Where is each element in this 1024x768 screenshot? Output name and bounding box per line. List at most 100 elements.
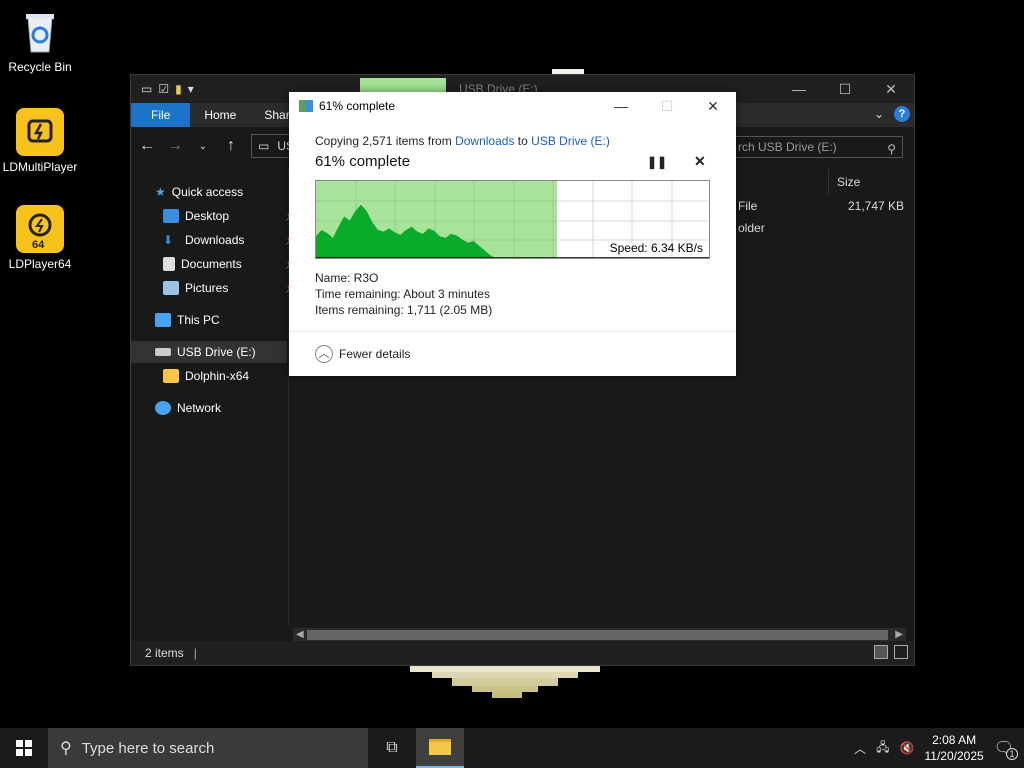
copy-summary: Copying 2,571 items from Downloads to US… (315, 134, 610, 148)
fewer-details-button[interactable]: ︿ Fewer details (315, 345, 410, 363)
recycle-bin-icon (16, 8, 64, 56)
sidebar-item-label: Desktop (185, 209, 230, 223)
ldplayer64-icon: 64 (16, 205, 64, 253)
destination-link[interactable]: USB Drive (E:) (531, 134, 610, 148)
desktop-icon-label: Recycle Bin (8, 60, 72, 74)
dialog-divider (289, 331, 736, 332)
file-name-line: Name: R3O (315, 271, 379, 285)
recent-locations-icon[interactable]: ⌄ (195, 141, 211, 152)
close-button[interactable]: ✕ (868, 75, 914, 103)
quick-access-toolbar: ▭ ☑ ▮ ▾ (131, 82, 194, 96)
taskbar-search-placeholder: Type here to search (81, 739, 215, 757)
sidebar-item-label: Network (177, 401, 222, 415)
download-icon: ⬇ (163, 233, 174, 247)
show-hidden-icons-chevron-icon[interactable]: ︿ (854, 740, 866, 757)
sidebar-item-network[interactable]: Network (155, 397, 221, 419)
details-view-icon[interactable] (874, 645, 888, 659)
scroll-right-icon[interactable]: ▶ (895, 628, 903, 642)
notification-count: 1 (1006, 748, 1018, 760)
maximize-button[interactable]: ☐ (822, 75, 868, 103)
desktop-icon-ldmultiplayer[interactable]: LDMultiPlayer (0, 108, 80, 174)
sidebar-item-label: Documents (181, 257, 242, 271)
sidebar-item-label: Quick access (171, 185, 244, 199)
ldmultiplayer-icon (16, 108, 64, 156)
copy-summary-text: Copying 2,571 items from (315, 134, 452, 148)
dialog-close-button[interactable]: ✕ (690, 92, 736, 120)
sidebar-item-documents[interactable]: Documents 📌 (163, 253, 297, 275)
help-icon[interactable]: ? (894, 106, 910, 122)
tab-home[interactable]: Home (190, 103, 250, 127)
taskbar-search-input[interactable]: ⚲ Type here to search (48, 728, 368, 768)
horizontal-scrollbar[interactable]: ◀ ▶ (293, 628, 906, 642)
time-remaining-line: Time remaining: About 3 minutes (315, 287, 490, 301)
sidebar-item-dolphin[interactable]: Dolphin-x64 (163, 365, 249, 387)
drive-icon: ▭ (258, 139, 270, 153)
clock[interactable]: 2:08 AM 11/20/2025 (925, 732, 984, 764)
sidebar-item-pictures[interactable]: Pictures 📌 (163, 277, 297, 299)
customize-qat-icon[interactable]: ▾ (188, 82, 194, 96)
search-input[interactable]: rch USB Drive (E:) ⚲ (731, 136, 903, 158)
row-type: File (738, 199, 758, 213)
minimize-button[interactable]: — (776, 75, 822, 103)
clock-time: 2:08 AM (932, 733, 977, 747)
row-size: 21,747 KB (848, 199, 905, 213)
system-tray: ︿ 🖧 🔇 2:08 AM 11/20/2025 🗨 1 (854, 728, 1024, 768)
item-count: 2 items (145, 646, 184, 660)
sidebar-item-desktop[interactable]: Desktop 📌 (163, 205, 297, 227)
desktop-icon-recycle-bin[interactable]: Recycle Bin (0, 8, 80, 74)
scroll-left-icon[interactable]: ◀ (296, 628, 304, 642)
speed-label: Speed: 6.34 KB/s (609, 241, 703, 255)
fewer-details-label: Fewer details (339, 347, 411, 361)
up-arrow-icon[interactable]: ↑ (223, 137, 239, 155)
chevron-up-icon: ︿ (315, 345, 333, 363)
dialog-minimize-button[interactable]: — (598, 92, 644, 120)
desktop-icon-label: LDMultiPlayer (2, 160, 78, 174)
task-view-icon[interactable]: ⧉ (368, 728, 416, 768)
column-header-size[interactable]: Size (828, 169, 918, 195)
sidebar-item-quick-access[interactable]: ★ Quick access (155, 181, 243, 203)
desktop-icon-label: LDPlayer64 (8, 257, 72, 271)
expand-ribbon-icon[interactable]: ⌄ (874, 107, 884, 121)
sidebar-item-this-pc[interactable]: This PC (155, 309, 220, 331)
search-placeholder: rch USB Drive (E:) (738, 140, 837, 154)
scrollbar-thumb[interactable] (307, 630, 888, 640)
usb-drive-icon (155, 348, 171, 356)
pause-button[interactable]: ❚❚ (647, 155, 667, 169)
sidebar-item-usb-drive[interactable]: USB Drive (E:) (131, 341, 287, 363)
search-icon: ⚲ (60, 740, 72, 757)
dialog-maximize-button: ☐ (660, 97, 674, 114)
tab-file[interactable]: File (131, 103, 191, 127)
network-status-icon[interactable]: 🖧 (876, 738, 889, 759)
notifications-icon[interactable]: 🗨 1 (994, 738, 1018, 760)
folder-icon (429, 739, 451, 755)
network-icon (155, 401, 171, 415)
desktop-icon-ldplayer64[interactable]: 64 LDPlayer64 (0, 205, 80, 271)
sidebar-item-downloads[interactable]: ⬇ Downloads 📌 (163, 229, 297, 251)
clock-date: 11/20/2025 (924, 749, 984, 763)
copy-to-word: to (517, 134, 528, 148)
source-link[interactable]: Downloads (455, 134, 514, 148)
drive-icon: ▭ (141, 82, 153, 96)
transfer-speed-graph: Speed: 6.34 KB/s (315, 180, 710, 259)
back-arrow-icon[interactable]: ← (139, 137, 155, 155)
dialog-titlebar[interactable]: 61% complete — ☐ ✕ (289, 92, 736, 120)
volume-muted-icon[interactable]: 🔇 (900, 741, 915, 755)
status-bar: 2 items | (131, 641, 914, 665)
star-icon: ★ (155, 185, 166, 199)
properties-icon[interactable]: ☑ (158, 82, 169, 96)
file-explorer-taskbar-icon[interactable] (416, 728, 464, 768)
start-button[interactable] (0, 728, 48, 768)
row-type: older (738, 221, 765, 235)
folder-icon (163, 369, 179, 383)
sidebar-item-label: USB Drive (E:) (177, 345, 256, 359)
large-icons-view-icon[interactable] (894, 645, 908, 659)
forward-arrow-icon[interactable]: → (167, 137, 183, 155)
new-folder-icon[interactable]: ▮ (175, 82, 182, 96)
percent-complete: 61% complete (315, 153, 411, 170)
documents-icon (163, 257, 175, 271)
ldplayer64-badge: 64 (32, 239, 45, 251)
copy-icon (299, 100, 313, 112)
status-divider: | (193, 646, 197, 660)
window-controls: — ☐ ✕ (776, 75, 914, 103)
cancel-copy-button[interactable]: ✕ (694, 153, 706, 170)
